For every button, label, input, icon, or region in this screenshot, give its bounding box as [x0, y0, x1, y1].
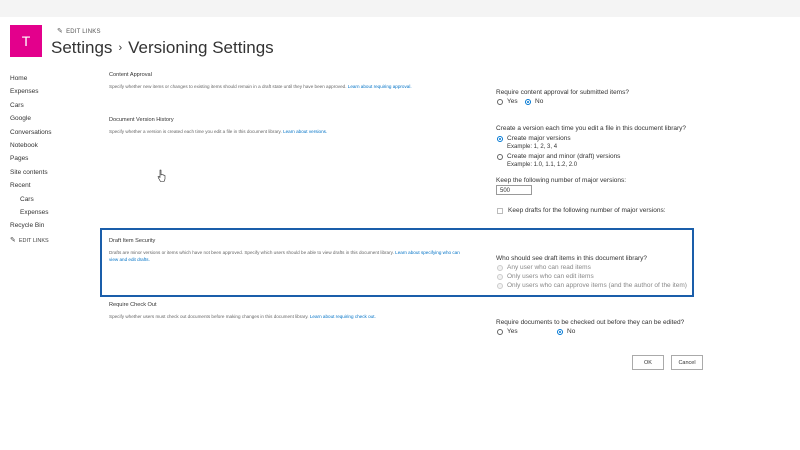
- check-out-question: Require documents to be checked out befo…: [496, 319, 685, 326]
- check-out-yes-radio[interactable]: [497, 328, 503, 335]
- draft-approve-radio[interactable]: [497, 282, 503, 289]
- keep-drafts-option[interactable]: Keep drafts for the following number of …: [497, 207, 666, 214]
- check-out-desc: Specify whether users must check out doc…: [109, 314, 376, 319]
- edit-links-label: EDIT LINKS: [66, 29, 101, 35]
- nav-item-google[interactable]: Google: [10, 112, 90, 125]
- breadcrumb-settings[interactable]: Settings: [51, 38, 112, 57]
- nav-item-cars[interactable]: Cars: [10, 99, 90, 112]
- nav-item-notebook[interactable]: Notebook: [10, 139, 90, 152]
- nav-item-site-contents[interactable]: Site contents: [10, 166, 90, 179]
- version-history-desc-text: Specify whether a version is created eac…: [109, 129, 282, 134]
- draft-read-label: Any user who can read items: [507, 264, 591, 271]
- keep-major-label: Keep the following number of major versi…: [496, 177, 627, 184]
- content-approval-title: Content Approval: [109, 72, 152, 78]
- major-versions-label: Create major versions: [507, 135, 571, 142]
- breadcrumb-current: Versioning Settings: [128, 38, 274, 57]
- check-out-no-radio[interactable]: [557, 328, 563, 335]
- major-versions-option[interactable]: Create major versions: [497, 135, 571, 142]
- nav-item-pages[interactable]: Pages: [10, 152, 90, 165]
- nav-item-recent-cars[interactable]: Cars: [10, 193, 90, 206]
- learn-check-out-link[interactable]: Learn about requiring check out.: [310, 314, 376, 319]
- draft-security-desc-text: Drafts are minor versions or items which…: [109, 250, 394, 255]
- edit-links-top[interactable]: ✎ EDIT LINKS: [57, 27, 101, 35]
- nav-item-home[interactable]: Home: [10, 72, 90, 85]
- approval-yes-label: Yes: [507, 98, 518, 105]
- approval-no-radio[interactable]: [525, 98, 531, 105]
- minor-versions-radio[interactable]: [497, 153, 503, 160]
- check-out-yes-label: Yes: [507, 328, 518, 335]
- nav-item-recent-expenses[interactable]: Expenses: [10, 206, 90, 219]
- major-versions-count-input[interactable]: 500: [496, 185, 532, 195]
- content-approval-desc: Specify whether new items or changes to …: [109, 84, 412, 89]
- suite-bar: [0, 0, 800, 17]
- draft-edit-radio[interactable]: [497, 273, 503, 280]
- draft-read-radio[interactable]: [497, 264, 503, 271]
- version-history-title: Document Version History: [109, 117, 174, 123]
- draft-edit-label: Only users who can edit items: [507, 273, 594, 280]
- learn-versions-link[interactable]: Learn about versions.: [283, 129, 327, 134]
- draft-security-desc: Drafts are minor versions or items which…: [109, 250, 469, 263]
- approval-yes-option[interactable]: Yes: [497, 98, 518, 105]
- pencil-icon: ✎: [57, 28, 64, 35]
- version-history-question: Create a version each time you edit a fi…: [496, 125, 687, 132]
- draft-read-option[interactable]: Any user who can read items: [497, 264, 591, 271]
- draft-security-title: Draft Item Security: [109, 238, 156, 244]
- major-versions-example: Example: 1, 2, 3, 4: [507, 144, 558, 150]
- hand-cursor-icon: [157, 169, 166, 182]
- draft-security-question: Who should see draft items in this docum…: [496, 255, 648, 262]
- nav-item-recycle-bin[interactable]: Recycle Bin: [10, 219, 90, 232]
- content-approval-question: Require content approval for submitted i…: [496, 89, 629, 96]
- minor-versions-example: Example: 1.0, 1.1, 1.2, 2.0: [507, 162, 578, 168]
- check-out-desc-text: Specify whether users must check out doc…: [109, 314, 309, 319]
- approval-no-label: No: [535, 98, 544, 105]
- major-versions-radio[interactable]: [497, 135, 503, 142]
- ok-button[interactable]: OK: [632, 355, 664, 370]
- learn-approval-link[interactable]: Learn about requiring approval.: [348, 84, 412, 89]
- page-title: Settings › Versioning Settings: [51, 38, 274, 58]
- check-out-no-option[interactable]: No: [557, 328, 575, 335]
- nav-item-expenses[interactable]: Expenses: [10, 85, 90, 98]
- approval-yes-radio[interactable]: [497, 98, 503, 105]
- breadcrumb-separator: ›: [118, 42, 123, 54]
- check-out-no-label: No: [567, 328, 576, 335]
- version-history-desc: Specify whether a version is created eac…: [109, 129, 327, 134]
- approval-no-option[interactable]: No: [525, 98, 543, 105]
- minor-versions-option[interactable]: Create major and minor (draft) versions: [497, 153, 620, 160]
- nav-item-conversations[interactable]: Conversations: [10, 126, 90, 139]
- nav-item-recent[interactable]: Recent: [10, 179, 90, 192]
- keep-drafts-label: Keep drafts for the following number of …: [508, 207, 666, 214]
- draft-approve-option[interactable]: Only users who can approve items (and th…: [497, 282, 687, 289]
- keep-drafts-checkbox[interactable]: [497, 207, 503, 214]
- cancel-button[interactable]: Cancel: [671, 355, 703, 370]
- pencil-icon: ✎: [10, 236, 16, 244]
- content-approval-desc-text: Specify whether new items or changes to …: [109, 84, 347, 89]
- check-out-yes-option[interactable]: Yes: [497, 328, 518, 335]
- quick-launch-nav: Home Expenses Cars Google Conversations …: [10, 72, 90, 244]
- check-out-title: Require Check Out: [109, 302, 157, 308]
- draft-approve-label: Only users who can approve items (and th…: [507, 282, 687, 289]
- nav-edit-links[interactable]: ✎ EDIT LINKS: [10, 236, 90, 244]
- site-logo[interactable]: T: [10, 25, 42, 57]
- draft-edit-option[interactable]: Only users who can edit items: [497, 273, 594, 280]
- minor-versions-label: Create major and minor (draft) versions: [507, 153, 621, 160]
- nav-edit-links-label: EDIT LINKS: [18, 237, 49, 244]
